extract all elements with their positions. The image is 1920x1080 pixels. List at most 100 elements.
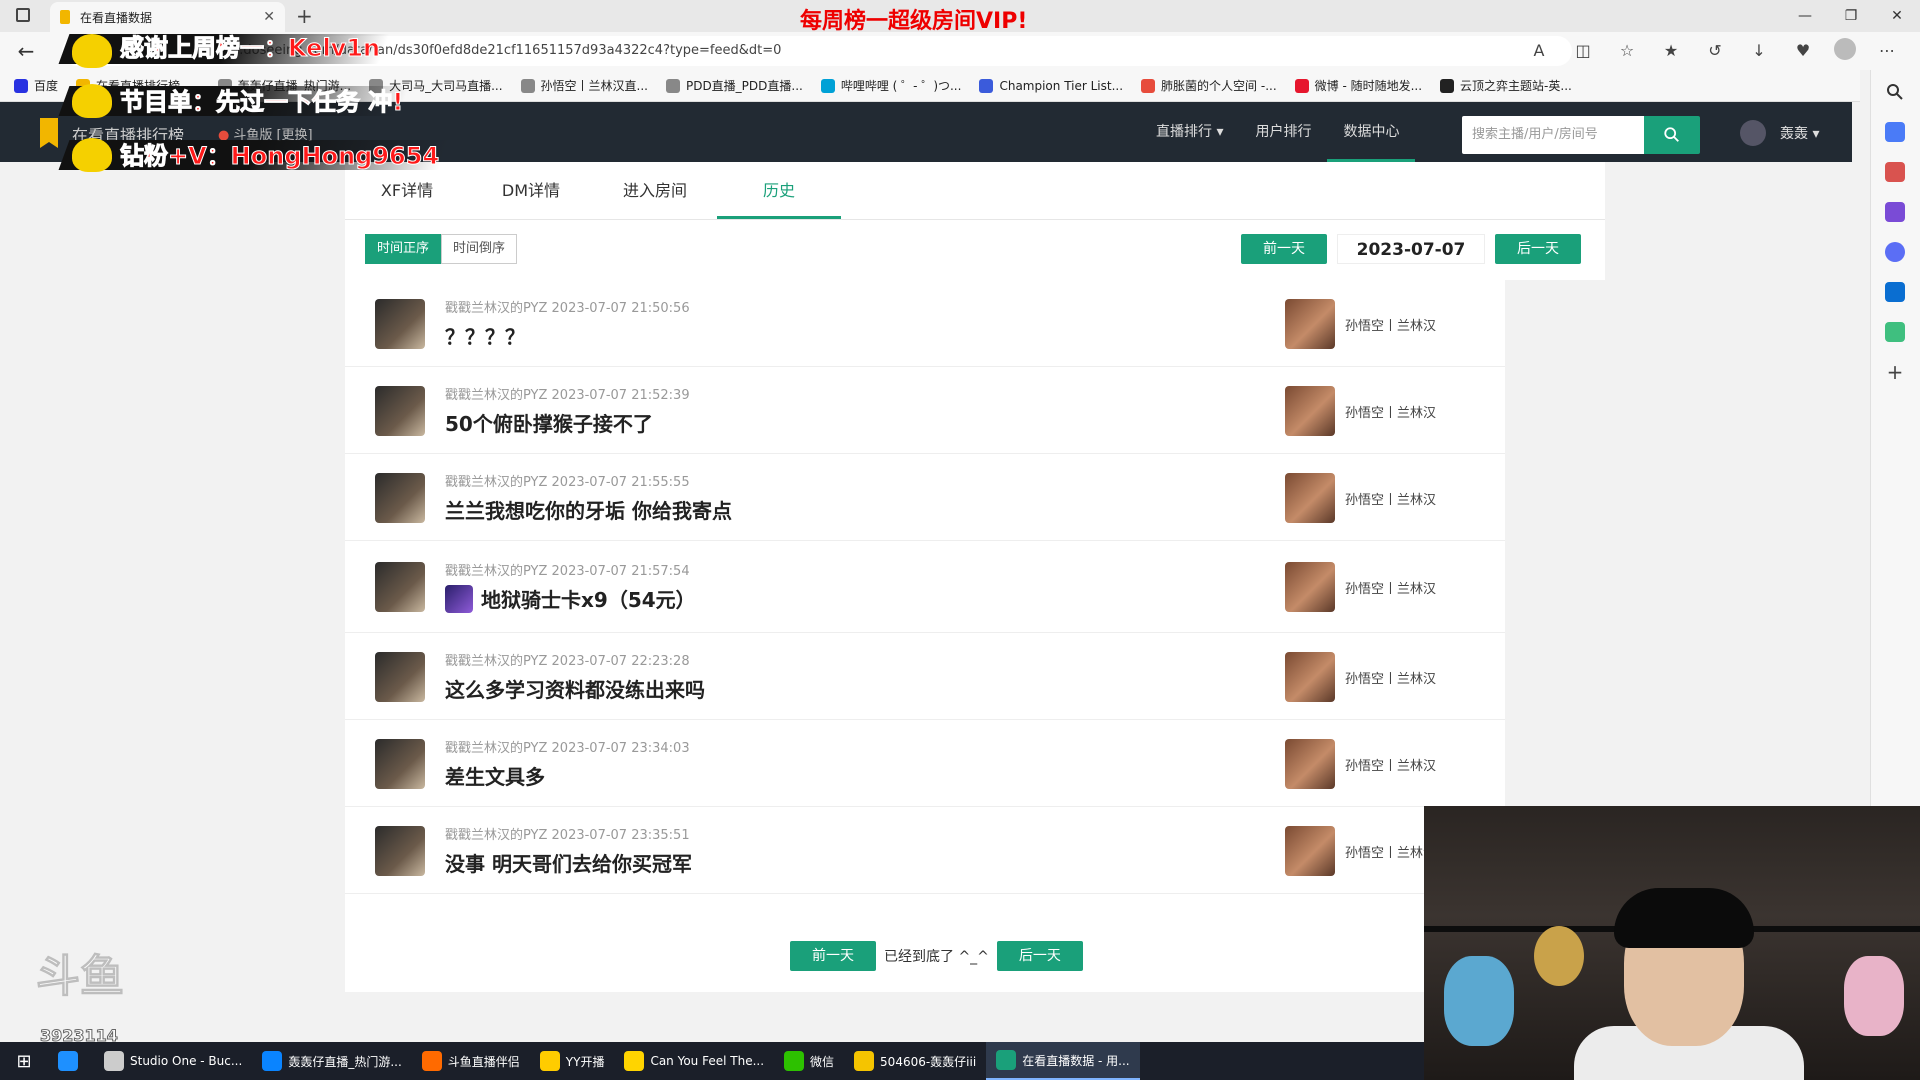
prev-day-button[interactable]: 前一天 bbox=[1241, 234, 1327, 264]
nav-live-rank[interactable]: 直播排行 ▾ bbox=[1140, 102, 1239, 162]
host-name-link[interactable]: 孙悟空丨兰林汉 bbox=[1345, 578, 1436, 597]
sidebar-add-icon[interactable]: + bbox=[1885, 362, 1905, 382]
message-list: 铅粉飞机x1 阳光飞机x1（200元）戳戳兰林汉的PYZ 2023-07-07 … bbox=[345, 280, 1505, 992]
host-avatar[interactable] bbox=[1285, 826, 1335, 876]
tab-favicon-icon bbox=[60, 10, 70, 24]
taskbar-label: 微信 bbox=[810, 1054, 835, 1069]
bookmark-item[interactable]: 云顶之弈主题站-英... bbox=[1440, 77, 1572, 94]
bookmark-item[interactable]: 百度 bbox=[14, 77, 58, 94]
taskbar-item[interactable]: 在看直播数据 - 用... bbox=[986, 1042, 1140, 1080]
favorite-star-icon[interactable]: ☆ bbox=[1614, 38, 1640, 64]
host-name-link[interactable]: 孙悟空丨兰林汉 bbox=[1345, 402, 1436, 421]
user-menu[interactable]: 轰轰 ▾ bbox=[1740, 120, 1819, 146]
host-name-link[interactable]: 孙悟空丨兰林汉 bbox=[1345, 315, 1436, 334]
message-meta: 戳戳兰林汉的PYZ 2023-07-07 21:55:55 bbox=[445, 475, 690, 490]
bottom-next-day-button[interactable]: 后一天 bbox=[996, 941, 1083, 971]
taskbar-item[interactable]: YY开播 bbox=[530, 1042, 615, 1080]
nav-data-center[interactable]: 数据中心 bbox=[1327, 102, 1416, 162]
list-item: 戳戳兰林汉的PYZ 2023-07-07 21:57:54 地狱骑士卡x9（54元… bbox=[345, 541, 1505, 633]
host-avatar[interactable] bbox=[1285, 299, 1335, 349]
bookmark-item[interactable]: 孙悟空丨兰林汉直... bbox=[520, 77, 648, 94]
download-icon[interactable]: ↓ bbox=[1746, 38, 1772, 64]
tab-actions-icon[interactable] bbox=[16, 8, 30, 22]
taskbar-item[interactable]: 轰轰仔直播_热门游... bbox=[252, 1042, 411, 1080]
bookmark-label: 肺胀菌的个人空间 -... bbox=[1161, 79, 1277, 93]
search-button[interactable] bbox=[1644, 116, 1700, 154]
next-day-button[interactable]: 后一天 bbox=[1495, 234, 1581, 264]
sidebar-search-icon[interactable] bbox=[1885, 82, 1905, 102]
bookmark-item[interactable]: 哔哩哔哩 ( ゜- ゜)つ... bbox=[820, 77, 961, 94]
profile-icon[interactable] bbox=[1834, 38, 1856, 60]
sidebar-outlook-icon[interactable] bbox=[1885, 282, 1905, 302]
fan-avatar[interactable] bbox=[375, 562, 425, 612]
close-window-icon[interactable]: ✕ bbox=[1874, 0, 1920, 32]
back-icon[interactable]: ← bbox=[0, 39, 52, 63]
date-field[interactable]: 2023-07-07 bbox=[1337, 234, 1485, 264]
read-aloud-icon[interactable]: A bbox=[1526, 38, 1552, 64]
bookmark-favicon-icon bbox=[14, 78, 28, 93]
tab-dm-detail[interactable]: DM详情 bbox=[469, 162, 593, 219]
windows-taskbar: ⊞ Studio One - Buc... 轰轰仔直播_热门游... 斗鱼直播伴侣 Y… bbox=[0, 1042, 1424, 1080]
host-name-link[interactable]: 孙悟空丨兰林汉 bbox=[1345, 489, 1436, 508]
host-name-link[interactable]: 孙悟空丨兰林汉 bbox=[1345, 842, 1436, 861]
nav-user-rank[interactable]: 用户排行 bbox=[1239, 102, 1327, 162]
sidebar-drop-icon[interactable] bbox=[1885, 322, 1905, 342]
sidebar-office-icon[interactable] bbox=[1885, 242, 1905, 262]
sort-desc-button[interactable]: 时间倒序 bbox=[441, 234, 518, 264]
tab-enter-room[interactable]: 进入房间 bbox=[593, 162, 717, 219]
host-avatar[interactable] bbox=[1285, 386, 1335, 436]
tab-title: 在看直播数据 bbox=[80, 10, 153, 25]
more-menu-icon[interactable]: ⋯ bbox=[1874, 38, 1900, 64]
fan-avatar[interactable] bbox=[375, 386, 425, 436]
bottom-prev-day-button[interactable]: 前一天 bbox=[790, 941, 876, 971]
user-name: 轰轰 ▾ bbox=[1780, 126, 1820, 142]
start-icon[interactable]: ⊞ bbox=[0, 1051, 48, 1072]
host-name-link[interactable]: 孙悟空丨兰林汉 bbox=[1345, 755, 1436, 774]
sidebar-toolbox-icon[interactable] bbox=[1885, 162, 1905, 182]
split-screen-icon[interactable]: ◫ bbox=[1570, 38, 1596, 64]
taskbar-item[interactable]: 微信 bbox=[774, 1042, 844, 1080]
fan-avatar[interactable] bbox=[375, 652, 425, 702]
message-meta: 戳戳兰林汉的PYZ 2023-07-07 21:50:56 bbox=[445, 301, 690, 316]
favorites-icon[interactable]: ★ bbox=[1658, 38, 1684, 64]
taskbar-app-icon bbox=[262, 1051, 283, 1071]
host-avatar[interactable] bbox=[1285, 652, 1335, 702]
new-tab-icon[interactable]: + bbox=[296, 4, 313, 28]
tab-close-icon[interactable]: ✕ bbox=[263, 9, 275, 25]
sidebar-tag-icon[interactable] bbox=[1885, 122, 1905, 142]
restore-icon[interactable]: ❐ bbox=[1828, 0, 1874, 32]
host-avatar[interactable] bbox=[1285, 473, 1335, 523]
taskbar-item[interactable]: 504606-轰轰仔iii bbox=[844, 1042, 986, 1080]
extensions-icon[interactable]: ♥ bbox=[1790, 38, 1816, 64]
gift-icon bbox=[445, 584, 473, 613]
minimize-icon[interactable]: — bbox=[1782, 0, 1828, 32]
bookmark-item[interactable]: 肺胀菌的个人空间 -... bbox=[1141, 77, 1277, 94]
fan-avatar[interactable] bbox=[375, 299, 425, 349]
fan-avatar[interactable] bbox=[375, 473, 425, 523]
webcam-figure bbox=[1444, 956, 1514, 1046]
taskbar-label: 轰轰仔直播_热门游... bbox=[288, 1054, 402, 1069]
taskbar-item[interactable]: Studio One - Buc... bbox=[94, 1042, 252, 1080]
sort-asc-button[interactable]: 时间正序 bbox=[365, 234, 442, 264]
overlay-schedule: 节目单：先过一下任务 冲! bbox=[119, 88, 404, 117]
message-content: 地狱骑士卡x9（54元） bbox=[481, 588, 696, 612]
search-input[interactable]: 搜索主播/用户/房间号 bbox=[1462, 116, 1644, 154]
overlay-badge-icon bbox=[72, 34, 112, 68]
bookmark-item[interactable]: PDD直播_PDD直播... bbox=[665, 77, 803, 94]
host-avatar[interactable] bbox=[1285, 739, 1335, 789]
sidebar-games-icon[interactable] bbox=[1885, 202, 1905, 222]
taskbar-item[interactable]: Can You Feel The... bbox=[614, 1042, 774, 1080]
message-text: 没事 明天哥们去给你买冠军 bbox=[445, 848, 692, 877]
browser-toolbar: A ◫ ☆ ★ ↺ ↓ ♥ ⋯ bbox=[1526, 38, 1900, 64]
history-icon[interactable]: ↺ bbox=[1702, 38, 1728, 64]
host-name-link[interactable]: 孙悟空丨兰林汉 bbox=[1345, 668, 1436, 687]
fan-avatar[interactable] bbox=[375, 826, 425, 876]
taskbar-item[interactable] bbox=[48, 1042, 94, 1080]
taskbar-item[interactable]: 斗鱼直播伴侣 bbox=[412, 1042, 530, 1080]
tab-history[interactable]: 历史 bbox=[717, 162, 841, 219]
host-avatar[interactable] bbox=[1285, 562, 1335, 612]
bookmark-item[interactable]: 微博 - 随时随地发... bbox=[1294, 77, 1422, 94]
bookmark-item[interactable]: Champion Tier List... bbox=[979, 78, 1123, 93]
message-text: 兰兰我想吃你的牙垢 你给我寄点 bbox=[445, 495, 732, 524]
fan-avatar[interactable] bbox=[375, 739, 425, 789]
